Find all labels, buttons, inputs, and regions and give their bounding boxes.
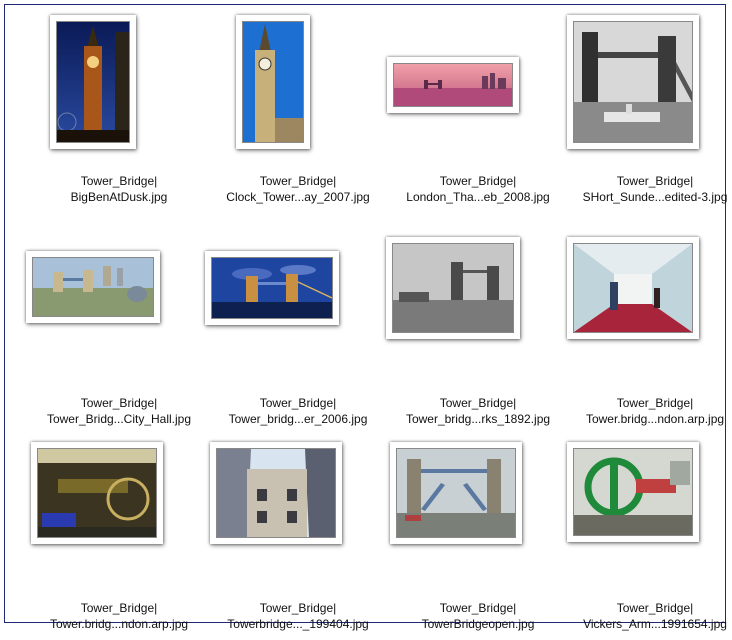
file-name: Tower_Bridge| Towerbridge..._199404.jpg	[227, 601, 369, 631]
file-item[interactable]: Tower_Bridge| Tower_bridg...er_2006.jpg	[205, 235, 388, 435]
file-item[interactable]: Tower_Bridge| Tower_bridg...rks_1892.jpg	[386, 235, 568, 435]
file-item[interactable]: Tower_Bridge| TowerBridgeopen.jpg	[388, 440, 568, 640]
bridge-night-photo	[211, 257, 333, 319]
file-name: Tower_Bridge| Tower_Bridg...City_Hall.jpg	[46, 396, 192, 426]
thames-sunset-photo	[393, 63, 513, 107]
file-item[interactable]: Tower_Bridge| Tower_Bridg...City_Hall.jpg	[26, 235, 209, 435]
file-item[interactable]: Tower_Bridge| BigBenAtDusk.jpg	[29, 13, 209, 213]
thumbnail[interactable]	[210, 442, 342, 544]
file-item[interactable]: Tower_Bridge| Towerbridge..._199404.jpg	[208, 440, 388, 640]
thumbnail[interactable]	[567, 442, 699, 542]
thumbnail[interactable]	[31, 442, 163, 544]
thumbnail[interactable]	[386, 237, 520, 339]
walkway-photo	[573, 243, 693, 333]
file-name: Tower_Bridge| Tower_bridg...er_2006.jpg	[228, 396, 368, 426]
file-name: Tower_Bridge| SHort_Sunde...edited-3.jpg	[582, 174, 728, 204]
file-item[interactable]: Tower_Bridge| Tower.bridg...ndon.arp.jpg	[29, 440, 209, 640]
big-ben-dusk-photo	[56, 21, 130, 143]
thumbnail[interactable]	[390, 442, 522, 544]
clock-tower-photo	[242, 21, 304, 143]
file-item[interactable]: Tower_Bridge| Clock_Tower...ay_2007.jpg	[208, 13, 388, 213]
thumbnail[interactable]	[26, 251, 160, 323]
file-item[interactable]: Tower_Bridge| Vickers_Arm...1991654.jpg	[565, 440, 732, 640]
bridge-city-hall-photo	[32, 257, 154, 317]
file-item[interactable]: Tower_Bridge| Tower.bridg...ndon.arp.jpg	[565, 235, 732, 435]
thumbnail[interactable]	[387, 57, 519, 113]
file-name: Tower_Bridge| BigBenAtDusk.jpg	[70, 174, 168, 204]
bridge-1892-photo	[392, 243, 514, 333]
thumbnail[interactable]	[567, 15, 699, 149]
engine-room-photo	[37, 448, 157, 538]
bridge-open-photo	[396, 448, 516, 538]
file-browser-window: Tower_Bridge| BigBenAtDusk.jpg Tower_Bri…	[4, 4, 727, 631]
file-name: Tower_Bridge| Tower.bridg...ndon.arp.jpg	[49, 601, 189, 631]
thumbnail[interactable]	[236, 15, 310, 149]
file-name: Tower_Bridge| TowerBridgeopen.jpg	[421, 601, 535, 631]
file-item[interactable]: Tower_Bridge| London_Tha...eb_2008.jpg	[387, 13, 568, 213]
vickers-engine-photo	[573, 448, 693, 536]
file-name: Tower_Bridge| Tower_bridg...rks_1892.jpg	[405, 396, 551, 426]
thumbnail[interactable]	[205, 251, 339, 325]
thumbnail-grid: Tower_Bridge| BigBenAtDusk.jpg Tower_Bri…	[5, 5, 727, 631]
bw-bridge-seaplane-photo	[573, 21, 693, 143]
file-name: Tower_Bridge| London_Tha...eb_2008.jpg	[406, 174, 550, 204]
file-name: Tower_Bridge| Clock_Tower...ay_2007.jpg	[226, 174, 370, 204]
tower-upward-photo	[216, 448, 336, 538]
file-name: Tower_Bridge| Tower.bridg...ndon.arp.jpg	[585, 396, 725, 426]
file-item[interactable]: Tower_Bridge| SHort_Sunde...edited-3.jpg	[565, 13, 732, 213]
thumbnail[interactable]	[50, 15, 136, 149]
file-name: Tower_Bridge| Vickers_Arm...1991654.jpg	[583, 601, 727, 631]
thumbnail[interactable]	[567, 237, 699, 339]
